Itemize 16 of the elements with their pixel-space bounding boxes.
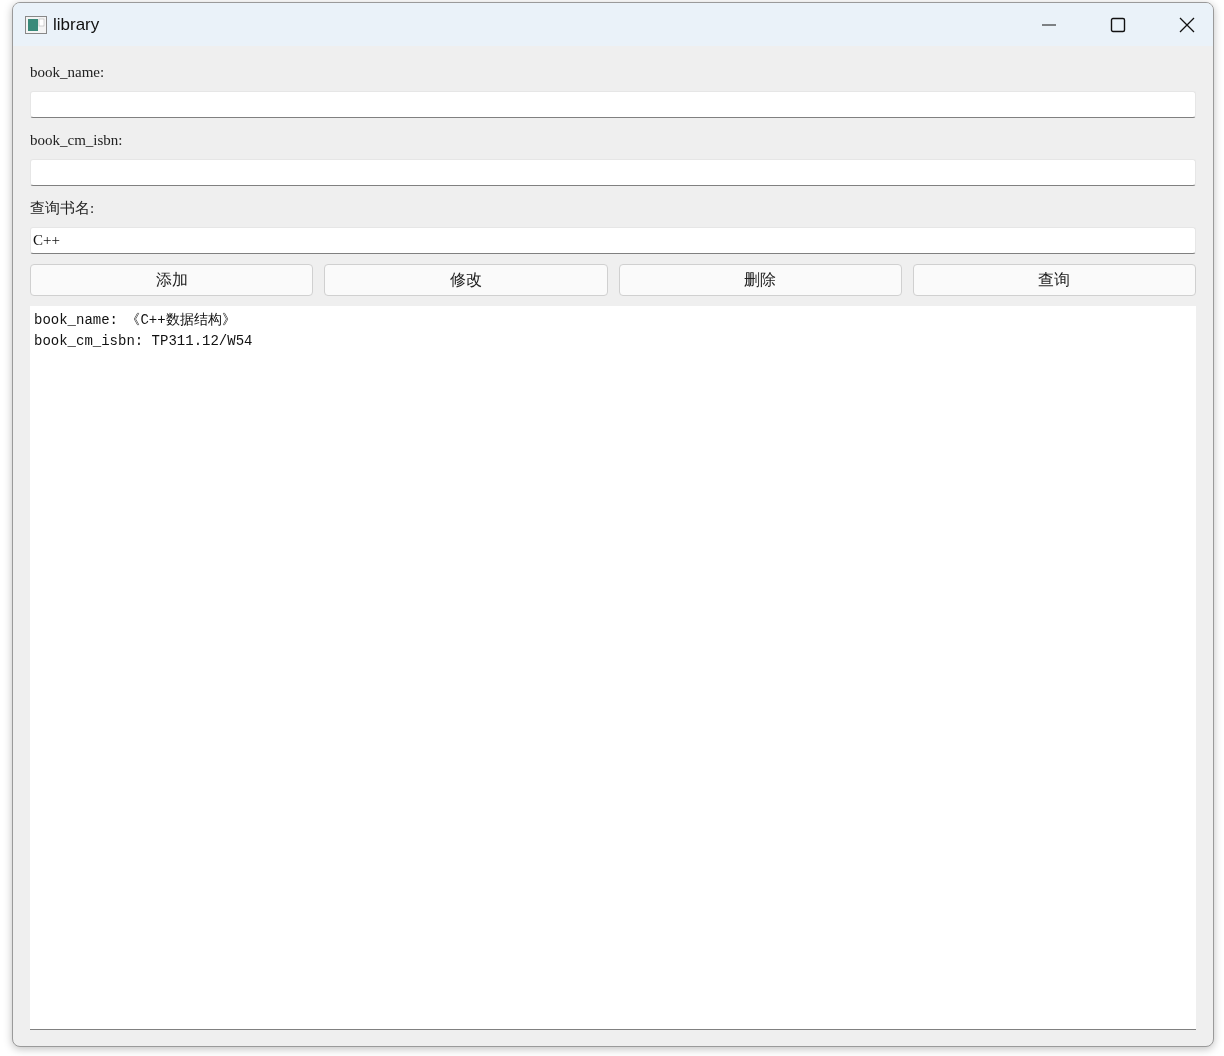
field-label: book_name: bbox=[30, 63, 106, 82]
window-title: library bbox=[53, 14, 100, 35]
input-field[interactable] bbox=[30, 159, 1196, 186]
output-line: book_cm_isbn: TP311.12/W54 bbox=[34, 332, 254, 351]
action-button[interactable]: 删除 bbox=[618, 264, 902, 296]
action-button[interactable]: 修改 bbox=[324, 264, 608, 296]
output-line: book_name: 《C++数据结构》 bbox=[34, 311, 237, 330]
input-field[interactable] bbox=[30, 91, 1196, 118]
action-button[interactable]: 查询 bbox=[912, 264, 1196, 296]
field-label: 查询书名: bbox=[30, 199, 96, 218]
action-button[interactable]: 添加 bbox=[30, 264, 314, 296]
app-icon bbox=[25, 15, 47, 34]
field-label: book_cm_isbn: bbox=[30, 131, 124, 150]
close-icon[interactable] bbox=[1179, 16, 1195, 33]
input-field[interactable]: C++ bbox=[30, 227, 1196, 254]
maximize-icon[interactable] bbox=[1110, 16, 1126, 33]
